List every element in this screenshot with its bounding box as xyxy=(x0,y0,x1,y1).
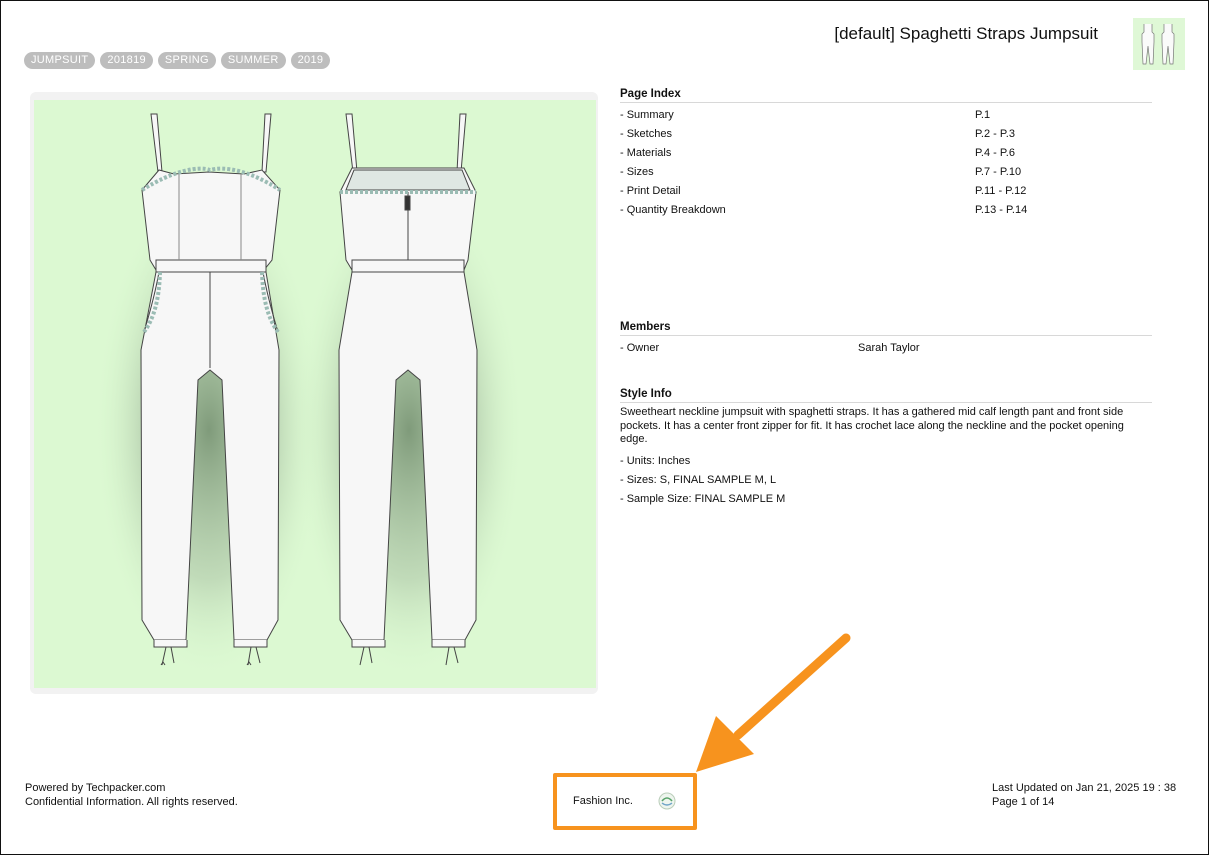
tag[interactable]: SPRING xyxy=(157,52,216,69)
members-section: Members - Owner Sarah Taylor xyxy=(620,321,1152,358)
tag-list: JUMPSUIT 201819 SPRING SUMMER 2019 xyxy=(24,52,331,69)
page-number-text: Page 1 of 14 xyxy=(992,796,1055,808)
last-updated-text: Last Updated on Jan 21, 2025 19 : 38 xyxy=(992,782,1177,794)
page-index-row[interactable]: - Sketches P.2 - P.3 xyxy=(620,125,1152,144)
tag[interactable]: SUMMER xyxy=(220,52,286,69)
page-title: [default] Spaghetti Straps Jumpsuit xyxy=(834,24,1098,43)
units-line: - Units: Inches xyxy=(620,454,691,467)
sketch-image[interactable] xyxy=(34,100,596,688)
page-index-label: - Print Detail xyxy=(620,185,681,197)
page-index-row[interactable]: - Quantity Breakdown P.13 - P.14 xyxy=(620,201,1152,220)
page-index-pages: P.11 - P.12 xyxy=(975,185,1027,197)
member-role: - Owner xyxy=(620,342,660,354)
member-row: - Owner Sarah Taylor xyxy=(620,339,1152,358)
jumpsuit-thumbnail-icon[interactable] xyxy=(1133,18,1185,70)
company-name: Fashion Inc. xyxy=(573,795,633,807)
page-index-label: - Sizes xyxy=(620,166,654,178)
style-info-heading: Style Info xyxy=(620,388,1152,403)
sizes-line: - Sizes: S, FINAL SAMPLE M, L xyxy=(620,473,777,486)
page-index-section: Page Index - Summary P.1 - Sketches P.2 … xyxy=(620,88,1152,220)
page-index-row[interactable]: - Summary P.1 xyxy=(620,106,1152,125)
page-index-label: - Summary xyxy=(620,109,674,121)
footer-left: Powered by Techpacker.com Confidential I… xyxy=(25,781,238,809)
page-index-heading: Page Index xyxy=(620,88,1152,103)
member-name: Sarah Taylor xyxy=(858,342,920,354)
page-index-label: - Materials xyxy=(620,147,672,159)
style-info-section: Style Info Sweetheart neckline jumpsuit … xyxy=(620,388,1152,509)
tag[interactable]: JUMPSUIT xyxy=(24,52,96,69)
sample-size-line: - Sample Size: FINAL SAMPLE M xyxy=(620,492,786,505)
tag[interactable]: 201819 xyxy=(100,52,153,69)
page-index-label: - Quantity Breakdown xyxy=(620,204,726,216)
tag[interactable]: 2019 xyxy=(290,52,331,69)
page-index-pages: P.13 - P.14 xyxy=(975,204,1028,216)
page-index-pages: P.4 - P.6 xyxy=(975,147,1015,159)
page-index-pages: P.2 - P.3 xyxy=(975,128,1015,140)
confidential-text: Confidential Information. All rights res… xyxy=(25,796,238,808)
footer-right: Last Updated on Jan 21, 2025 19 : 38 Pag… xyxy=(992,781,1176,809)
page-index-row[interactable]: - Sizes P.7 - P.10 xyxy=(620,163,1152,182)
page-index-label: - Sketches xyxy=(620,128,672,140)
company-logo-icon xyxy=(658,792,676,810)
page-index-pages: P.1 xyxy=(975,109,991,121)
members-heading: Members xyxy=(620,321,1152,336)
powered-by-text: Powered by Techpacker.com xyxy=(25,782,166,794)
page-index-row[interactable]: - Print Detail P.11 - P.12 xyxy=(620,182,1152,201)
page-index-pages: P.7 - P.10 xyxy=(975,166,1022,178)
page-index-row[interactable]: - Materials P.4 - P.6 xyxy=(620,144,1152,163)
sketch-panel xyxy=(30,92,598,694)
arrow-icon xyxy=(696,633,851,772)
style-description: Sweetheart neckline jumpsuit with spaghe… xyxy=(620,406,1124,445)
